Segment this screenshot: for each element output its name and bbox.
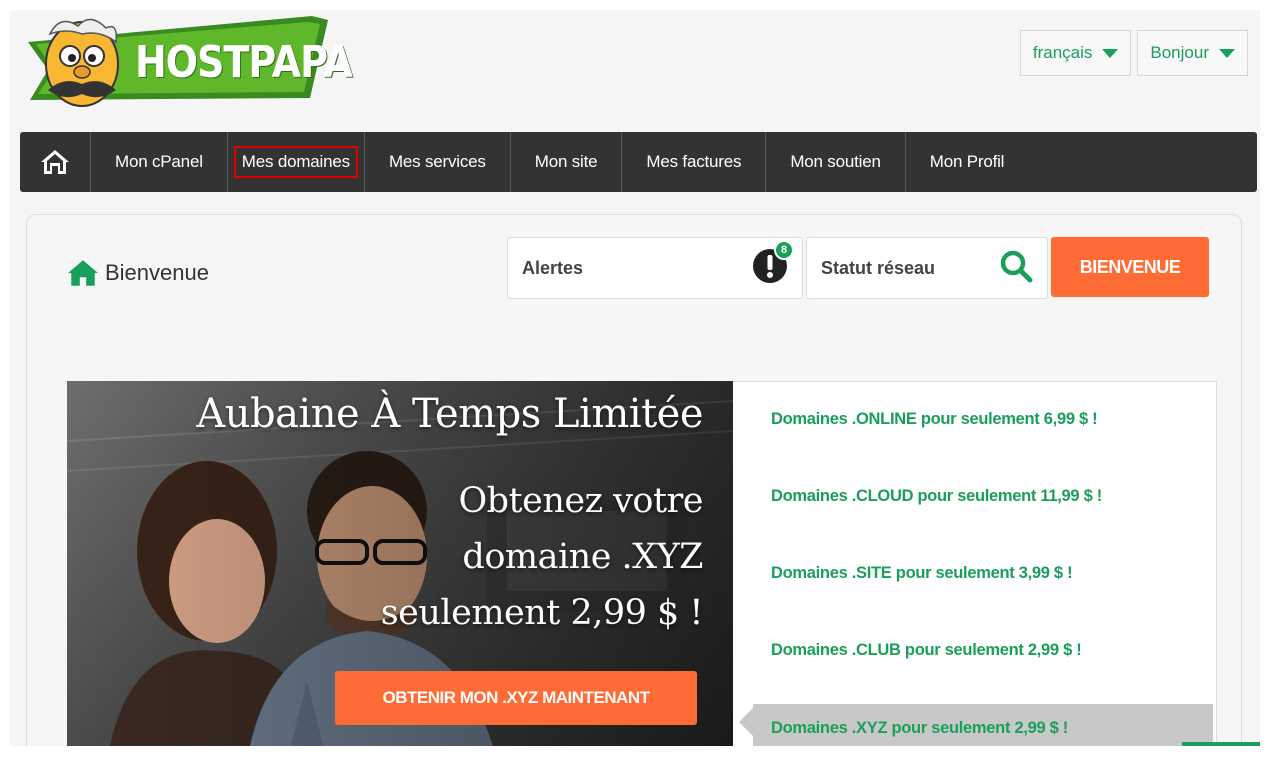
nav-item-label: Mes services <box>388 152 486 171</box>
language-dropdown[interactable]: français <box>1019 30 1132 76</box>
app-frame: HOSTPAPA français Bonjour Mon cPanel Mes… <box>10 10 1260 746</box>
caret-down-icon <box>1102 48 1119 58</box>
promo-list: Domaines .ONLINE pour seulement 6,99 $ !… <box>733 381 1217 746</box>
language-dropdown-label: français <box>1032 43 1093 62</box>
alert-icon-wrap: 8 <box>752 239 794 289</box>
alerts-box[interactable]: Alertes 8 <box>507 237 803 299</box>
nav-item-site[interactable]: Mon site <box>509 132 622 192</box>
alerts-label: Alertes <box>522 257 584 278</box>
page-title: Bienvenue <box>67 259 209 287</box>
caret-down-icon <box>1219 48 1235 58</box>
nav-item-label: Mes factures <box>646 152 742 171</box>
welcome-button[interactable]: BIENVENUE <box>1051 237 1209 297</box>
nav-item-domains[interactable]: Mes domaines <box>226 132 364 192</box>
banner-title: Aubaine À Temps Limitée <box>196 391 703 437</box>
user-dropdown-label: Bonjour <box>1150 43 1209 62</box>
nav-item-label: Mon soutien <box>790 152 881 171</box>
home-icon <box>68 260 98 286</box>
network-status-label: Statut réseau <box>821 257 936 278</box>
nav-home-button[interactable] <box>20 132 90 192</box>
promo-item[interactable]: Domaines .ONLINE pour seulement 6,99 $ ! <box>771 410 1098 429</box>
logo-text: HOSTPAPA <box>135 36 353 88</box>
active-arrow <box>739 708 753 736</box>
home-icon <box>41 150 69 174</box>
user-dropdown[interactable]: Bonjour <box>1137 30 1248 76</box>
promo-item[interactable]: Domaines .XYZ pour seulement 2,99 $ ! <box>771 719 1068 738</box>
main-nav: Mon cPanel Mes domaines Mes services Mon… <box>20 132 1257 192</box>
promo-item[interactable]: Domaines .CLOUD pour seulement 11,99 $ ! <box>771 487 1102 506</box>
alerts-count-badge: 8 <box>774 239 794 260</box>
nav-item-services[interactable]: Mes services <box>363 132 510 192</box>
promo-item[interactable]: Domaines .SITE pour seulement 3,99 $ ! <box>771 564 1073 583</box>
promo-banner: Aubaine À Temps Limitée Obtenez votre do… <box>67 381 733 746</box>
hostpapa-logo[interactable]: HOSTPAPA <box>20 12 353 112</box>
header-dropdowns: français Bonjour <box>1019 30 1248 76</box>
search-icon-wrap <box>999 249 1033 288</box>
nav-item-invoices[interactable]: Mes factures <box>621 132 765 192</box>
nav-item-label: Mes domaines <box>233 146 358 178</box>
get-xyz-button[interactable]: OBTENIR MON .XYZ MAINTENANT <box>335 671 697 725</box>
nav-item-label: Mon Profil <box>929 152 1005 171</box>
page-title-text: Bienvenue <box>105 260 209 285</box>
network-status-box[interactable]: Statut réseau <box>806 237 1048 299</box>
nav-item-label: Mon cPanel <box>115 152 203 171</box>
nav-item-profile[interactable]: Mon Profil <box>904 132 1029 192</box>
promo-item[interactable]: Domaines .CLUB pour seulement 2,99 $ ! <box>771 641 1082 660</box>
chat-widget-edge[interactable] <box>1182 742 1260 746</box>
banner-subtitle: Obtenez votre domaine .XYZ seulement 2,9… <box>380 481 704 633</box>
nav-item-cpanel[interactable]: Mon cPanel <box>90 132 227 192</box>
main-panel: Bienvenue Alertes 8 Statut réseau BIENVE… <box>26 214 1242 746</box>
nav-item-support[interactable]: Mon soutien <box>765 132 904 192</box>
nav-item-label: Mon site <box>534 152 598 171</box>
search-icon <box>1000 250 1033 282</box>
